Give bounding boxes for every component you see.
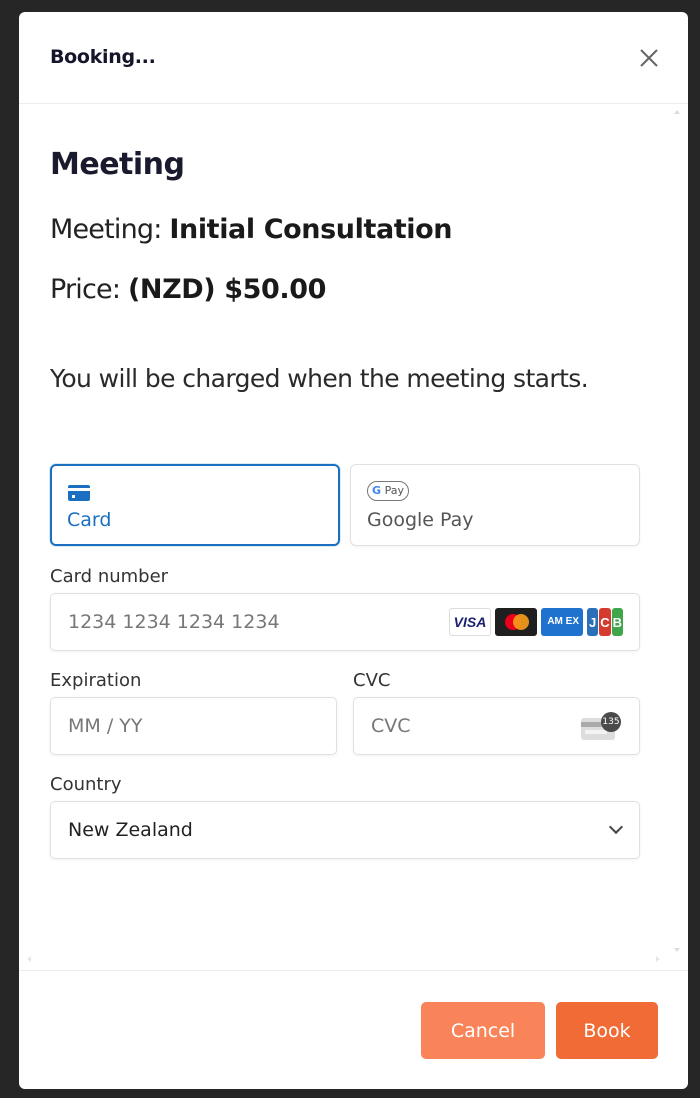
card-number-label: Card number (50, 566, 169, 587)
price-value: (NZD) $50.00 (127, 274, 327, 305)
credit-card-icon (68, 485, 90, 501)
cvc-card-icon: 135 (581, 712, 621, 740)
card-number-input[interactable]: 1234 1234 1234 1234 VISA AM EX JCB (50, 593, 640, 651)
card-brands: VISA AM EX JCB (449, 608, 623, 638)
expiration-label: Expiration (50, 670, 142, 691)
cancel-button[interactable]: Cancel (421, 1002, 545, 1059)
section-title: Meeting (50, 147, 185, 182)
card-number-placeholder: 1234 1234 1234 1234 (68, 611, 280, 633)
payment-method-label: Card (67, 509, 112, 531)
book-button[interactable]: Book (556, 1002, 658, 1059)
scroll-right-arrow[interactable] (656, 956, 660, 962)
cvc-label: CVC (353, 670, 391, 691)
google-pay-icon: G Pay (367, 481, 409, 501)
expiration-input[interactable]: MM / YY (50, 697, 337, 755)
close-icon (640, 49, 658, 67)
close-button[interactable] (637, 46, 661, 70)
modal-header: Booking... (19, 12, 688, 104)
meeting-value: Initial Consultation (169, 214, 453, 245)
scroll-left-arrow[interactable] (27, 956, 31, 962)
mastercard-icon (495, 608, 537, 636)
jcb-icon: JCB (587, 608, 623, 636)
cvc-input[interactable]: CVC 135 (353, 697, 640, 755)
payment-method-google-pay[interactable]: G Pay Google Pay (350, 464, 640, 546)
scroll-down-arrow[interactable] (674, 948, 680, 952)
modal-body: Meeting Meeting: Initial Consultation Pr… (19, 104, 688, 970)
modal-footer: Cancel Book (19, 970, 688, 1089)
expiration-placeholder: MM / YY (68, 715, 143, 737)
meeting-line: Meeting: Initial Consultation (50, 214, 453, 245)
scroll-up-arrow[interactable] (674, 110, 680, 114)
price-label: Price: (50, 274, 121, 305)
amex-icon: AM EX (541, 608, 583, 636)
booking-modal: Booking... Meeting Meeting: Initial Cons… (19, 12, 688, 1089)
payment-method-label: Google Pay (367, 509, 474, 531)
visa-icon: VISA (449, 608, 491, 636)
country-select[interactable]: New Zealand (50, 801, 640, 859)
price-line: Price: (NZD) $50.00 (50, 274, 326, 305)
cvc-placeholder: CVC (371, 715, 411, 737)
meeting-label: Meeting: (50, 214, 162, 245)
country-label: Country (50, 774, 122, 795)
charge-notice: You will be charged when the meeting sta… (50, 364, 589, 393)
country-value: New Zealand (68, 819, 193, 841)
payment-method-card[interactable]: Card (50, 464, 340, 546)
chevron-down-icon (608, 819, 624, 835)
modal-title: Booking... (50, 46, 156, 68)
